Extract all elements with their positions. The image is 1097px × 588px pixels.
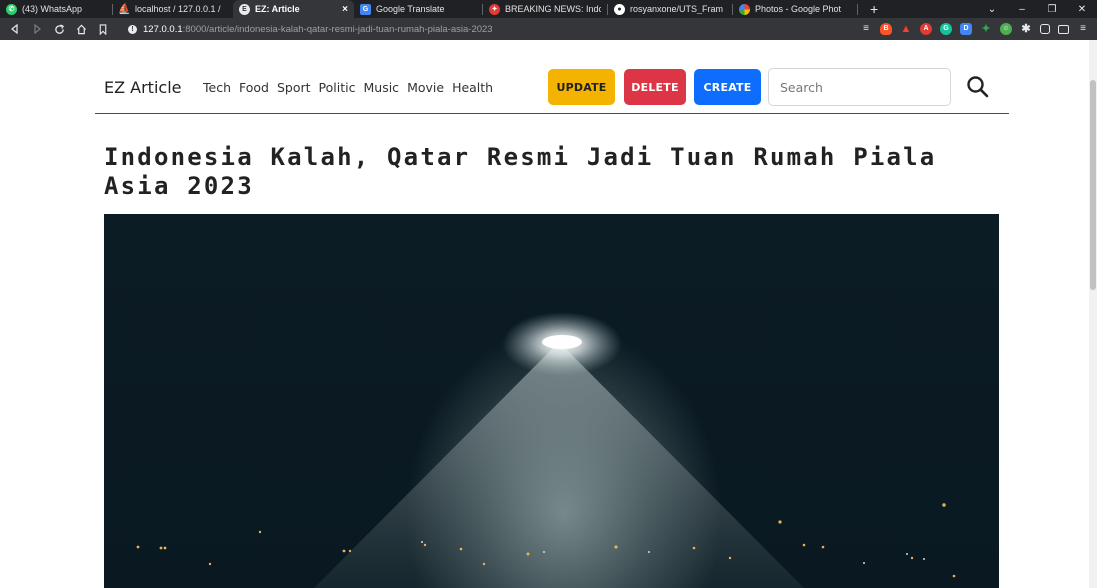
menu-icon[interactable]: ≡ (1077, 23, 1089, 35)
article-image (104, 214, 999, 588)
browser-tab-strip: ✆ (43) WhatsApp ⛵ localhost / 127.0.0.1 … (0, 0, 1097, 18)
article-title: Indonesia Kalah, Qatar Resmi Jadi Tuan R… (104, 143, 937, 200)
tab-title: BREAKING NEWS: Indo (505, 4, 601, 14)
tab-whatsapp[interactable]: ✆ (43) WhatsApp (0, 0, 112, 18)
browser-toolbar: ! 127.0.0.1 :8000/article/indonesia-kala… (0, 18, 1097, 40)
tab-title: EZ: Article (255, 4, 300, 14)
search-icon[interactable] (965, 74, 991, 100)
tab-title: Google Translate (376, 4, 445, 14)
extensions-area: ≡ B ▲ A G D ✦ ☺ ✱ ≡ (856, 23, 1097, 35)
puzzle-icon[interactable]: ✱ (1020, 23, 1032, 35)
whatsapp-icon: ✆ (6, 3, 17, 15)
nav-link-tech[interactable]: Tech (203, 80, 231, 95)
phpmyadmin-icon: ⛵ (118, 3, 131, 15)
page-scrollbar[interactable] (1089, 40, 1097, 588)
web-page: EZ Article Tech Food Sport Politic Music… (0, 40, 1097, 588)
reader-mode-icon[interactable]: ≡ (860, 23, 872, 35)
news-icon: ✦ (489, 3, 500, 15)
delete-button[interactable]: DELETE (624, 69, 686, 105)
tab-phpmyadmin[interactable]: ⛵ localhost / 127.0.0.1 / (113, 0, 233, 18)
translate-icon: G (360, 3, 371, 15)
update-button[interactable]: UPDATE (548, 69, 615, 105)
ez-icon: E (239, 3, 250, 15)
site-info-icon[interactable]: ! (128, 24, 137, 34)
wallet-icon[interactable] (1058, 24, 1069, 34)
forward-icon[interactable] (28, 20, 46, 38)
reload-icon[interactable] (50, 20, 68, 38)
close-tab-icon[interactable]: × (334, 4, 348, 15)
nav-link-politic[interactable]: Politic (319, 80, 356, 95)
stadium-light-image (136, 312, 956, 588)
adblock-icon[interactable]: A (920, 23, 932, 35)
brave-shield-icon[interactable]: B (880, 23, 892, 35)
nav-link-movie[interactable]: Movie (407, 80, 444, 95)
tab-title: rosyanxone/UTS_Fram (630, 4, 724, 14)
tab-ez-article[interactable]: E EZ: Article × (233, 0, 354, 18)
site-brand[interactable]: EZ Article (104, 78, 181, 97)
window-controls: ⌄ – ❐ ✕ (977, 0, 1097, 18)
github-icon: ● (614, 3, 625, 15)
nav-link-health[interactable]: Health (452, 80, 493, 95)
bookmark-icon[interactable] (94, 20, 112, 38)
tab-google-translate[interactable]: G Google Translate (354, 0, 482, 18)
grammarly-icon[interactable]: G (940, 23, 952, 35)
minimize-icon[interactable]: – (1007, 4, 1037, 15)
tab-title: localhost / 127.0.0.1 / (135, 4, 221, 14)
create-button[interactable]: CREATE (694, 69, 761, 105)
sidebar-icon[interactable] (1040, 24, 1050, 34)
nav-link-music[interactable]: Music (363, 80, 399, 95)
tab-google-photos[interactable]: Photos - Google Phot (733, 0, 857, 18)
site-navbar: EZ Article Tech Food Sport Politic Music… (95, 40, 1009, 114)
back-icon[interactable] (6, 20, 24, 38)
tab-title: Photos - Google Phot (755, 4, 842, 14)
address-host: 127.0.0.1 (143, 23, 183, 35)
address-path: :8000/article/indonesia-kalah-qatar-resm… (182, 23, 493, 35)
home-icon[interactable] (72, 20, 90, 38)
extension-docs-icon[interactable]: D (960, 23, 972, 35)
brave-rewards-icon[interactable]: ▲ (900, 23, 912, 35)
search-input[interactable]: Search (768, 68, 951, 106)
tab-github[interactable]: ● rosyanxone/UTS_Fram (608, 0, 732, 18)
restore-icon[interactable]: ❐ (1037, 4, 1067, 15)
photos-icon (739, 3, 750, 15)
scrollbar-thumb[interactable] (1090, 80, 1096, 290)
new-tab-button[interactable]: + (858, 0, 890, 18)
tab-title: (43) WhatsApp (22, 4, 83, 14)
profile-avatar-icon[interactable]: ☺ (1000, 23, 1012, 35)
nav-link-sport[interactable]: Sport (277, 80, 311, 95)
nav-link-food[interactable]: Food (239, 80, 269, 95)
close-window-icon[interactable]: ✕ (1067, 4, 1097, 15)
address-bar[interactable]: ! 127.0.0.1 :8000/article/indonesia-kala… (122, 20, 758, 38)
tab-search-icon[interactable]: ⌄ (977, 4, 1007, 15)
color-picker-icon[interactable]: ✦ (980, 23, 992, 35)
tab-breaking-news[interactable]: ✦ BREAKING NEWS: Indo (483, 0, 607, 18)
category-menu: Tech Food Sport Politic Music Movie Heal… (203, 80, 501, 95)
